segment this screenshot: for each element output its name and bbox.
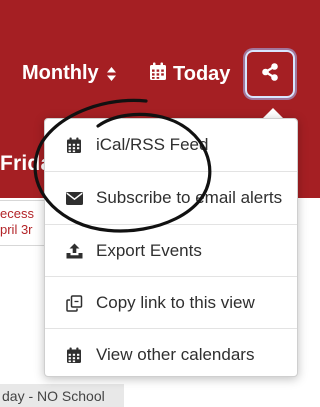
menu-item-other-calendars[interactable]: View other calendars: [45, 329, 297, 381]
export-icon: [65, 242, 83, 260]
event-date-line: pril 3r: [0, 222, 33, 237]
today-button[interactable]: Today: [149, 62, 230, 87]
sort-caret-icon: [106, 66, 117, 82]
menu-item-label: Copy link to this view: [96, 293, 255, 312]
menu-item-ical-rss[interactable]: iCal/RSS Feed: [45, 119, 297, 171]
event-title-line: ecess: [0, 206, 34, 221]
view-mode-dropdown[interactable]: Monthly: [22, 62, 117, 85]
menu-item-label: iCal/RSS Feed: [96, 135, 209, 154]
menu-item-copy-link[interactable]: Copy link to this view: [45, 277, 297, 329]
copy-link-icon: [65, 294, 83, 312]
bottom-event-label: day - NO School: [2, 388, 105, 404]
calendar-icon: [65, 346, 83, 364]
envelope-icon: [65, 189, 83, 207]
menu-item-label: Subscribe to email alerts: [96, 188, 283, 207]
today-label: Today: [173, 63, 231, 85]
menu-item-label: Export Events: [96, 241, 202, 260]
menu-item-email-alerts[interactable]: Subscribe to email alerts: [45, 172, 297, 224]
share-menu: iCal/RSS Feed Subscribe to email alerts …: [44, 118, 298, 377]
share-icon: [260, 62, 280, 87]
share-button[interactable]: [245, 50, 295, 98]
menu-item-label: View other calendars: [96, 345, 255, 364]
calendar-icon: [65, 136, 83, 154]
menu-item-export-events[interactable]: Export Events: [45, 225, 297, 277]
calendar-icon: [149, 62, 167, 87]
view-mode-label: Monthly: [22, 62, 99, 84]
